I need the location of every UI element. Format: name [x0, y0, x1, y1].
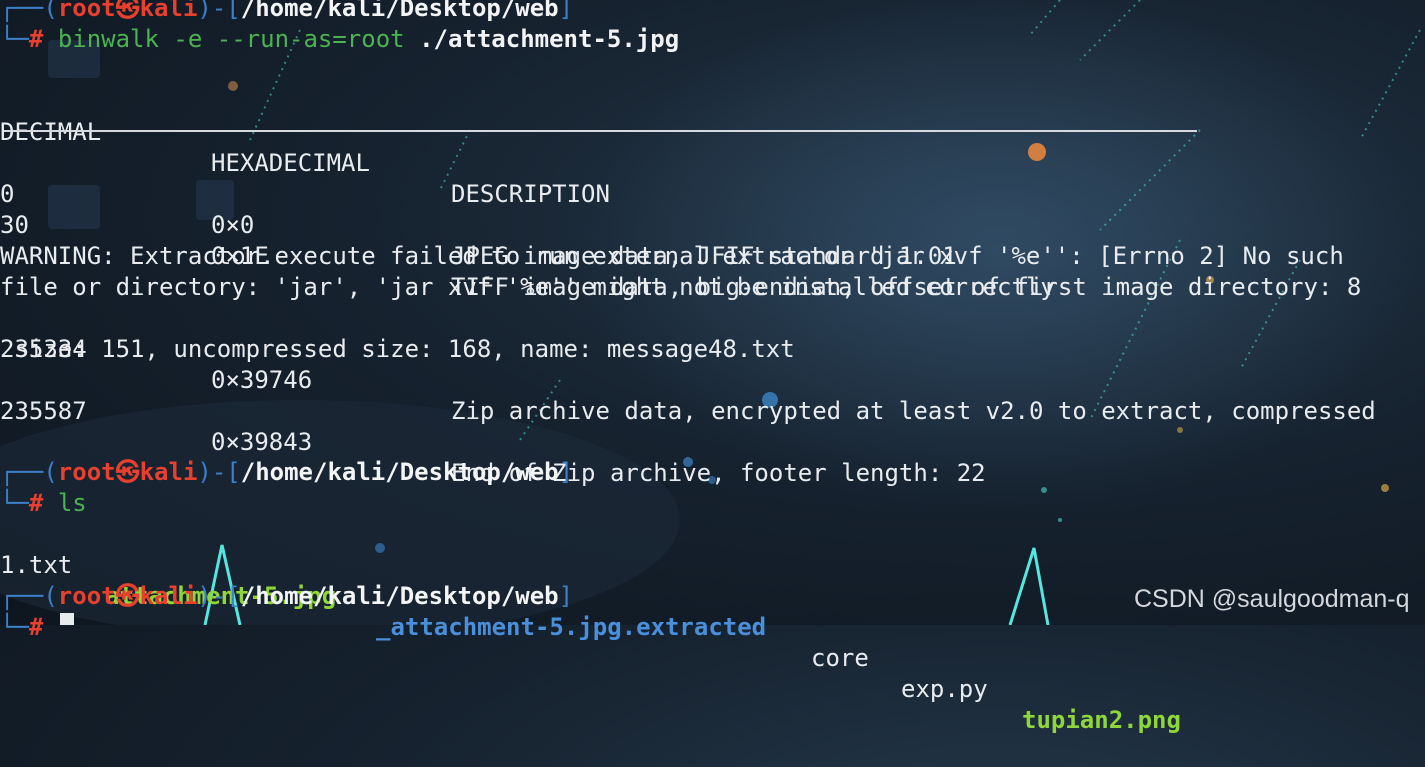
command-ls: ls	[57, 489, 87, 517]
ls-entry-image: tupian2.png	[1022, 706, 1181, 734]
prompt-line-top: ┌──(root㉿kali)-[/home/kali/Desktop/web]	[0, 0, 573, 24]
binwalk-row: 0 0×0 JPEG image data, JFIF standard 1.0…	[0, 180, 957, 270]
command-target-file: ./attachment-5.jpg	[419, 25, 680, 53]
ls-entry-file: exp.py	[901, 675, 988, 703]
prompt-line-command: └─#	[0, 613, 44, 641]
binwalk-header: DECIMAL HEXADECIMAL DESCRIPTION	[0, 118, 610, 208]
skull-icon: ㉿	[115, 0, 140, 22]
text-cursor[interactable]	[60, 613, 74, 625]
binwalk-row: 235587 0×39843 End of Zip archive, foote…	[0, 397, 986, 487]
watermark: CSDN @saulgoodman-q	[1134, 585, 1410, 613]
skull-icon: ㉿	[115, 582, 140, 610]
ls-output: 1.txt attachment-5.jpg _attachment-5.jpg…	[0, 519, 1181, 734]
prompt-line-top: ┌──(root㉿kali)-[/home/kali/Desktop/web]	[0, 582, 574, 610]
ls-entry-directory: _attachment-5.jpg.extracted	[376, 613, 767, 641]
ls-entry-file: 1.txt	[0, 551, 73, 579]
header-divider	[4, 130, 1197, 132]
binwalk-row: 30 0×1E TIFF image data, big-endian, off…	[0, 211, 1362, 301]
ls-entry-file: core	[811, 644, 869, 672]
command-binwalk: binwalk	[57, 25, 159, 53]
prompt-line-command: └─# ls	[0, 489, 87, 517]
prompt-line-top: ┌──(root㉿kali)-[/home/kali/Desktop/web]	[0, 458, 574, 486]
skull-icon: ㉿	[115, 458, 140, 486]
binwalk-row: 235334 0×39746 Zip archive data, encrypt…	[0, 335, 1376, 425]
terminal-window[interactable]: ┌──(root㉿kali)-[/home/kali/Desktop/web] …	[0, 0, 1425, 734]
warning-message-continued: file or directory: 'jar', 'jar xvf '%e''…	[0, 273, 1055, 301]
root-hash-prompt: #	[28, 25, 44, 53]
root-hash-prompt: #	[28, 489, 44, 517]
prompt-line-command: └─# binwalk -e --run-as=root ./attachmen…	[0, 25, 680, 53]
root-hash-prompt: #	[28, 613, 44, 641]
binwalk-row-continued: size: 151, uncompressed size: 168, name:…	[0, 335, 795, 363]
warning-message: WARNING: Extractor.execute failed to run…	[0, 242, 1344, 270]
